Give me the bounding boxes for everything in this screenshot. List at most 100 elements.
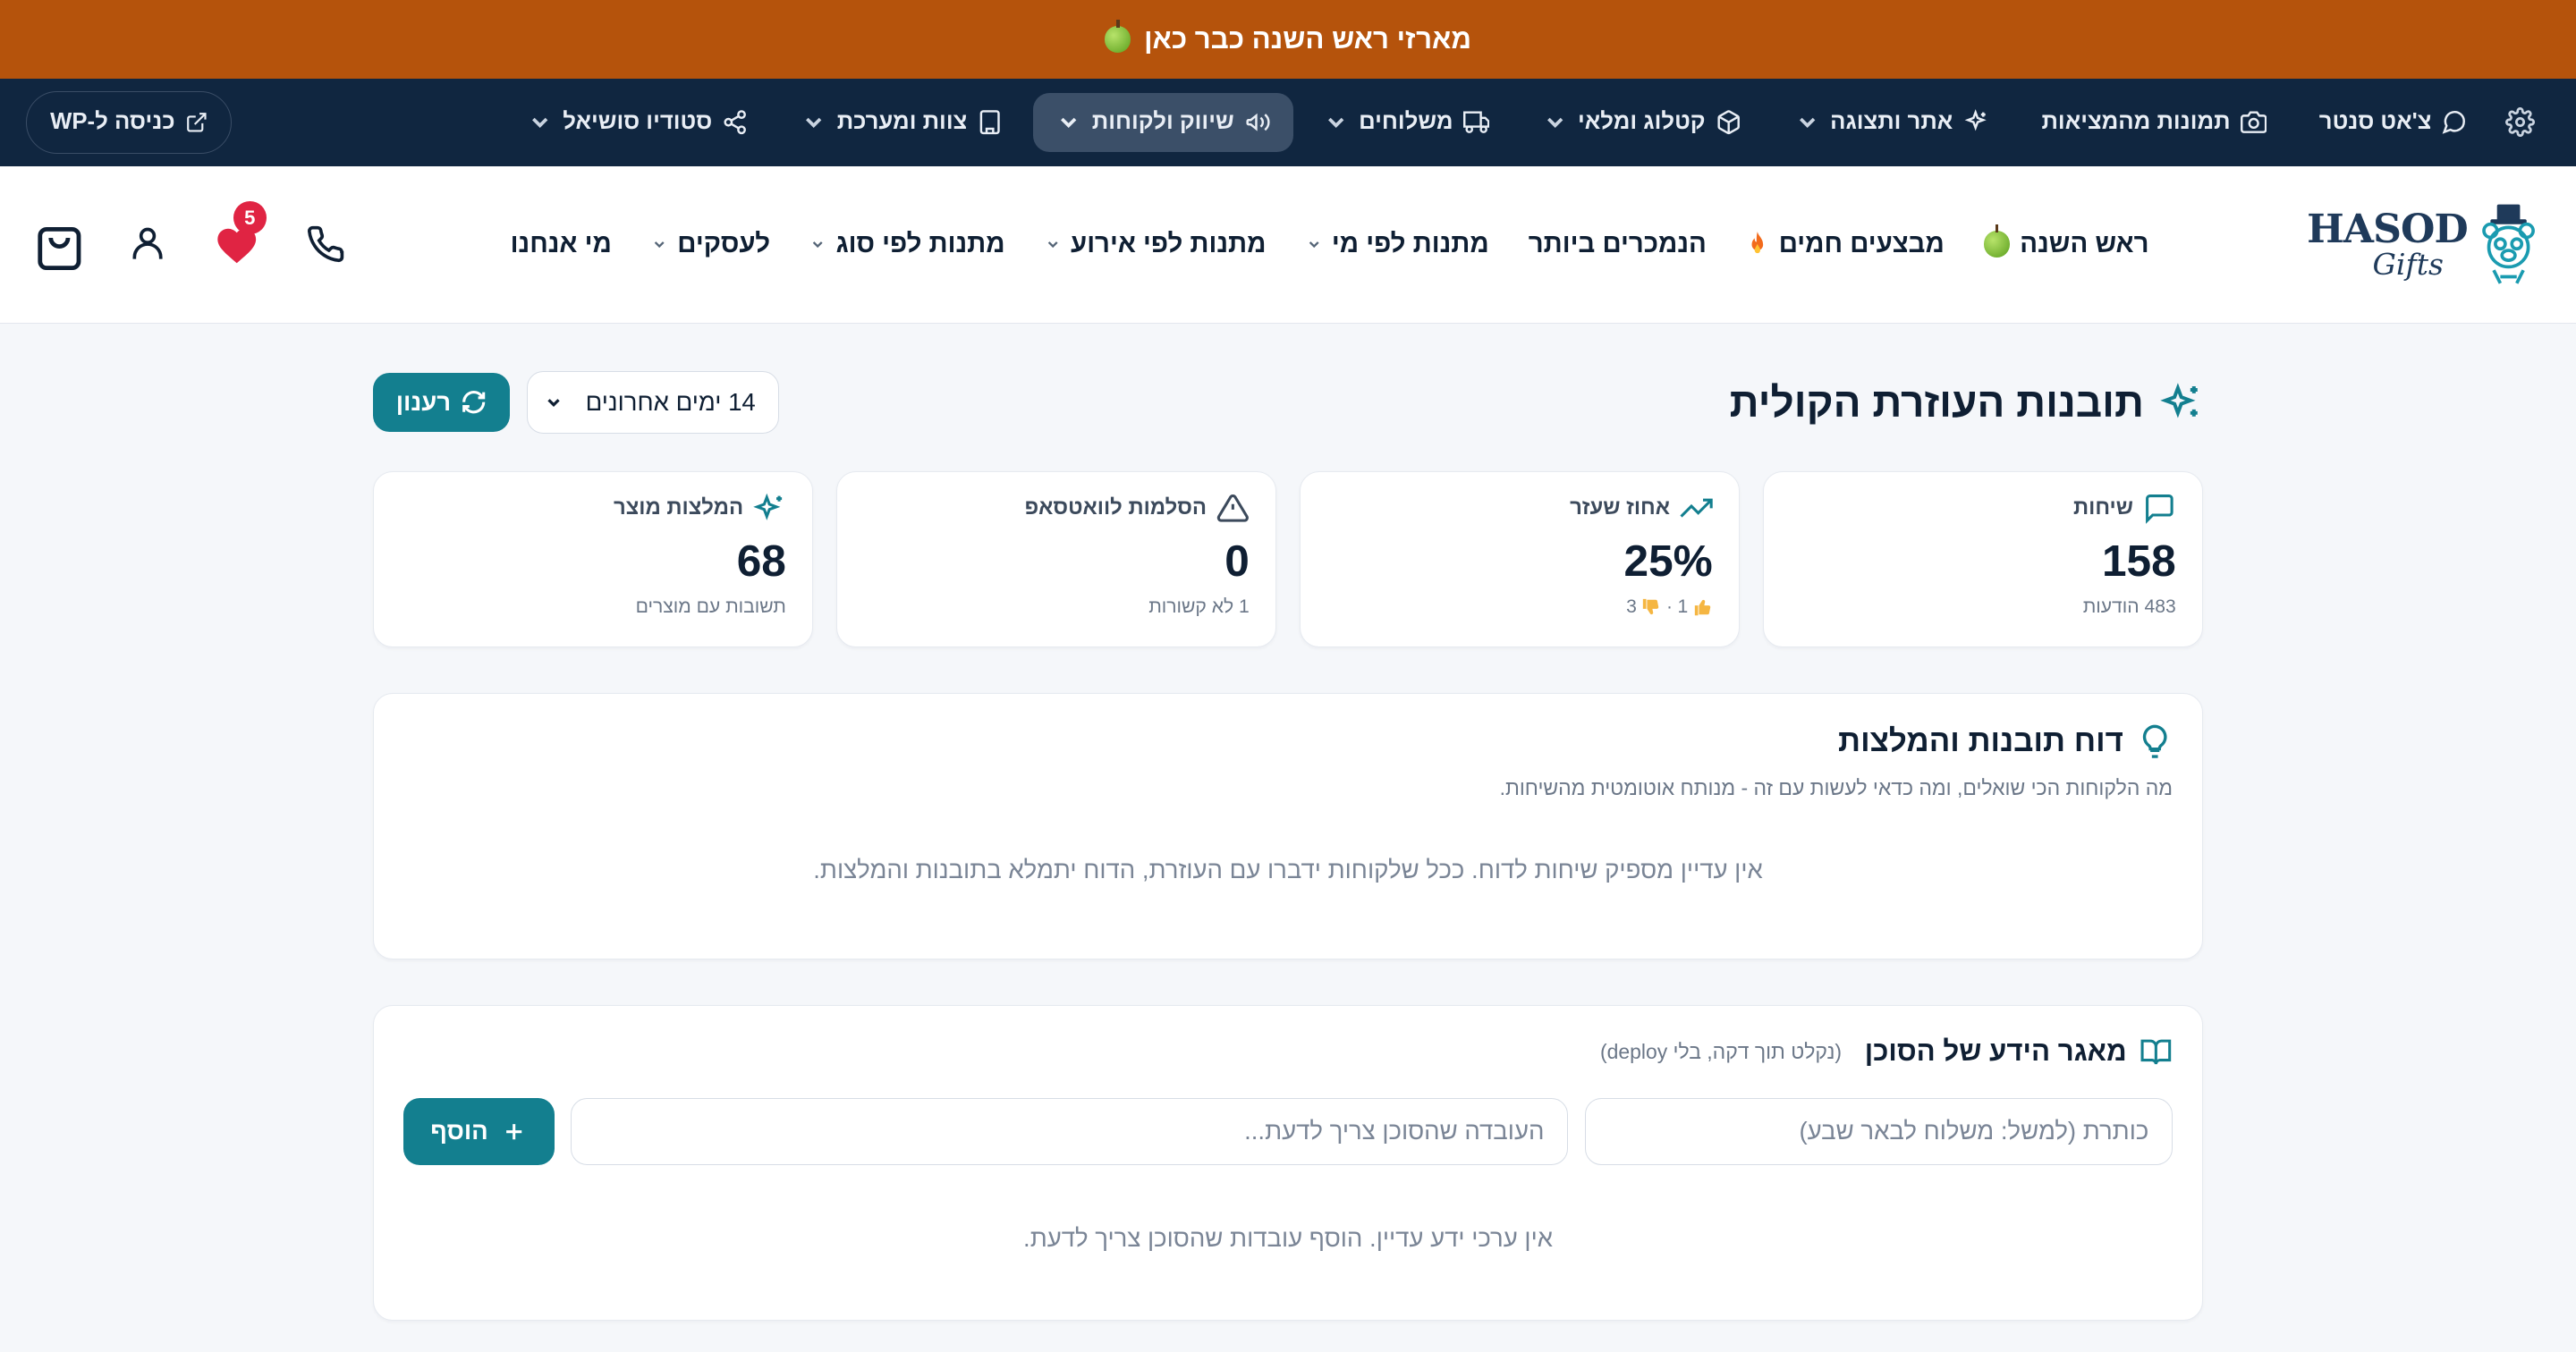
insights-report-card: דוח תובנות והמלצות מה הלקוחות הכי שואלים… [373,693,2204,959]
admin-nav-site-display[interactable]: אתר ותצוגה [1771,93,2012,152]
promo-bar[interactable]: מארזי ראש השנה כבר כאן [0,0,2576,80]
shopping-bag-icon [38,226,81,270]
store-nav-gifts-by-who[interactable]: מתנות לפי מי [1306,229,1489,259]
sparkles-icon [2160,383,2199,418]
store-nav-label: מבצעים חמים [1778,229,1945,259]
stat-subtext: תשובות עם מוצרים [635,596,786,617]
add-knowledge-button[interactable]: הוסף [403,1097,555,1166]
fire-icon [1751,232,1764,254]
store-nav: ראש השנה מבצעים חמים הנמכרים ביותר מתנות… [511,224,2149,259]
phone-icon [307,225,343,263]
wishlist-count-badge: 5 [233,201,267,235]
package-icon [1717,110,1740,135]
date-range-value: 14 ימים אחרונים [585,387,756,416]
admin-nav-chat-center[interactable]: צ'אט סנטר [2296,93,2490,152]
stat-value: 25% [1623,535,1713,586]
message-square-icon [2146,494,2174,524]
admin-nav-marketing-customers[interactable]: שיווק ולקוחות [1032,92,1293,152]
refresh-label: רענון [395,387,452,416]
store-nav-label: לעסקים [677,229,771,259]
user-icon [132,227,163,259]
stat-value: 0 [1224,535,1250,586]
store-nav-label: הנמכרים ביותר [1528,229,1707,259]
main-content: תובנות העוזרת הקולית 14 ימים אחרונים רענ… [372,324,2204,1321]
knowledge-empty-state: אין ערכי ידע עדיין. הוסף עובדות שהסוכן צ… [1023,1224,1554,1253]
thumbs-up-icon [1694,599,1710,616]
logo-wordmark: HASOD [2307,206,2469,252]
separator: · [1665,596,1673,617]
admin-nav-catalog-stock[interactable]: קטלוג ומלאי [1519,93,1765,152]
page-title-text: תובנות העוזרת הקולית [1729,378,2144,426]
building-icon [979,110,1000,135]
stat-subtext: 1 לא קשורות [1148,596,1250,617]
chevron-down-icon [1309,241,1319,249]
admin-nav-label: סטודיו סושיאל [563,109,713,135]
admin-nav-team-system[interactable]: צוות ומערכת [778,93,1027,152]
knowledge-fact-input[interactable] [571,1097,1569,1166]
wp-login-label: כניסה ל-WP [50,109,175,135]
store-nav-gifts-by-type[interactable]: מתנות לפי סוג [809,229,1005,259]
stat-card-conversations: שיחות 158 483 הודעות [1762,471,2204,647]
store-nav-business[interactable]: לעסקים [651,229,770,259]
store-nav-about[interactable]: מי אנחנו [511,229,612,259]
promo-text: מארזי ראש השנה כבר כאן [1144,23,1472,55]
chevron-down-icon [654,241,665,249]
store-nav-rosh-hashana[interactable]: ראש השנה [1983,224,2149,259]
refresh-button[interactable]: רענון [373,372,511,432]
chevron-down-icon [547,399,560,407]
stat-label: הסלמות לוואטסאפ [1024,495,1208,520]
insights-empty-state: אין עדיין מספיק שיחות לדוח. ככל שלקוחות … [813,856,1763,884]
admin-nav-label: קטלוג ומלאי [1578,109,1706,135]
apple-icon [1983,224,2011,258]
page-title: תובנות העוזרת הקולית [1730,378,2203,427]
megaphone-icon [1246,113,1270,131]
plus-icon [506,1123,522,1140]
sparkles-icon [1964,109,1987,131]
insights-subtitle: מה הלקוחות הכי שואלים, ומה כדאי לעשות עם… [1499,775,2174,799]
stat-label: המלצות מוצר [613,495,744,520]
settings-button[interactable] [2491,93,2550,152]
stat-value: 158 [2101,535,2176,586]
wishlist-button[interactable]: 5 [210,201,267,271]
external-link-icon [186,113,207,132]
admin-nav-label: שיווק ולקוחות [1091,109,1234,135]
chevron-down-icon [1799,117,1816,129]
stat-value: 68 [736,535,786,586]
share-icon [724,110,747,135]
admin-nav-label: צוות ומערכת [836,109,968,135]
admin-nav-label: אתר ותצוגה [1830,109,1953,135]
store-actions: 5 [33,201,352,271]
admin-nav-shipping[interactable]: משלוחים [1300,93,1513,152]
apple-icon [1105,20,1131,53]
logo[interactable]: HASOD Gifts [2307,201,2543,287]
account-button[interactable] [122,218,174,271]
book-open-icon [2140,1039,2172,1065]
wp-login-button[interactable]: כניסה ל-WP [26,90,232,154]
knowledge-base-card: מאגר הידע של הסוכן (נקלט תוך דקה, בלי de… [373,1004,2204,1321]
phone-button[interactable] [299,218,352,271]
chevron-down-icon [812,241,823,249]
knowledge-title-input[interactable] [1584,1097,2174,1166]
date-range-select[interactable]: 14 ימים אחרונים [526,371,780,434]
store-header: HASOD Gifts ראש השנה מבצעים חמים הנמכרים… [0,165,2576,324]
store-nav-label: ראש השנה [2020,229,2149,259]
lightbulb-icon [2142,724,2167,758]
thumbs-down-icon [1643,598,1659,614]
insights-title: דוח תובנות והמלצות [403,723,2173,759]
store-nav-best-sellers[interactable]: הנמכרים ביותר [1529,229,1707,259]
bear-mascot-icon [2482,205,2536,285]
chevron-down-icon [1327,117,1344,129]
cart-button[interactable] [33,218,86,271]
admin-nav-social-studio[interactable]: סטודיו סושיאל [504,93,771,152]
stat-subtext: 483 הודעות [2082,596,2176,617]
knowledge-title: מאגר הידע של הסוכן (נקלט תוך דקה, בלי de… [403,1035,2173,1069]
admin-nav: צ'אט סנטר תמונות מהמציאות אתר ותצוגה קטל… [0,79,2576,166]
helpful-up-count: 1 [1677,596,1689,617]
store-nav-hot-deals[interactable]: מבצעים חמים [1746,229,1945,259]
stat-subtext: 1 · 3 [1326,596,1713,618]
stat-label: שיחות [2073,495,2133,520]
admin-nav-real-photos[interactable]: תמונות מהמציאות [2019,93,2290,152]
store-nav-gifts-by-event[interactable]: מתנות לפי אירוע [1045,229,1266,259]
stats-row: שיחות 158 483 הודעות אחוז שעזר 25% 1 · 3 [372,471,2204,647]
knowledge-title-text: מאגר הידע של הסוכן [1864,1035,2127,1068]
